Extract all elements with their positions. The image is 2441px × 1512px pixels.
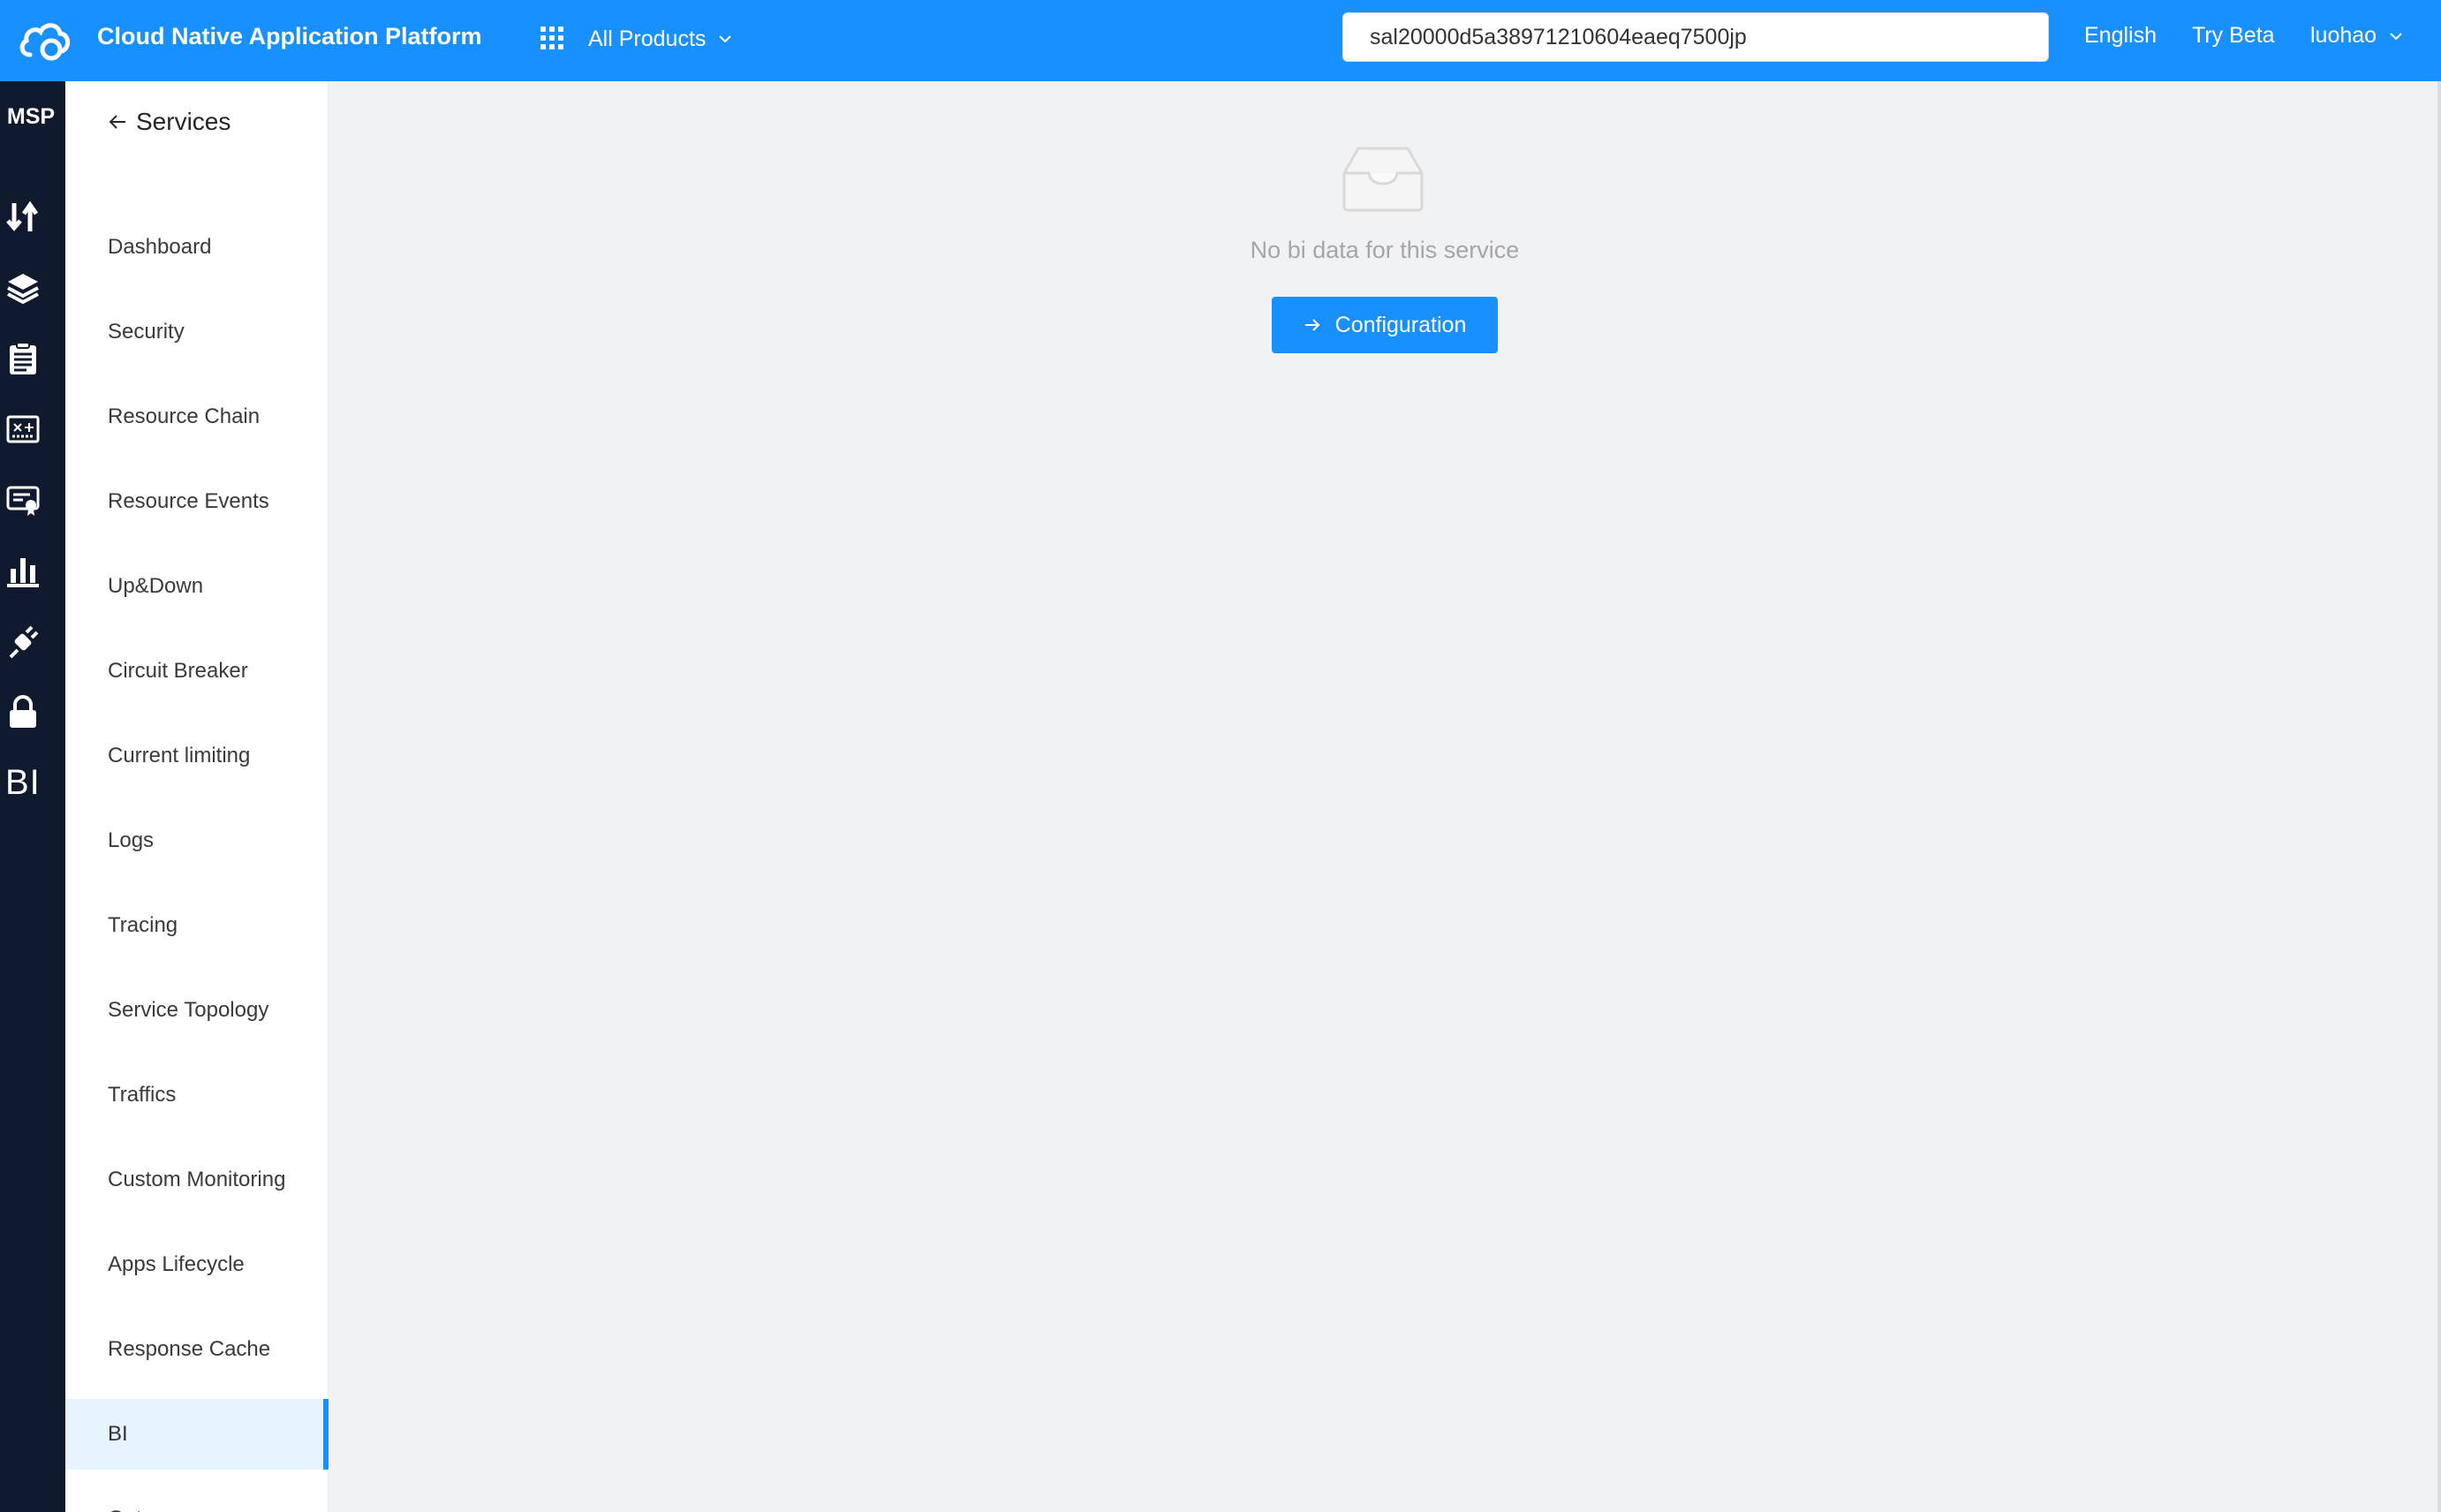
arrow-left-icon — [109, 115, 125, 129]
language-switch[interactable]: English — [2084, 23, 2157, 49]
menu-item-response-cache[interactable]: Response Cache — [65, 1314, 329, 1385]
all-products-label: All Products — [588, 26, 707, 51]
page-scrollbar[interactable] — [2437, 81, 2441, 1512]
chevron-down-icon — [719, 35, 732, 43]
lock-icon[interactable] — [5, 694, 41, 730]
plug-icon[interactable] — [5, 624, 41, 659]
app-title[interactable]: Cloud Native Application Platform — [97, 23, 482, 50]
services-submenu: Services Dashboard Security Resource Cha… — [65, 81, 329, 1512]
msp-brand[interactable]: MSP — [0, 104, 62, 130]
transfer-icon[interactable] — [5, 200, 41, 235]
bar-chart-icon[interactable] — [5, 553, 41, 588]
user-name: luohao — [2310, 23, 2377, 48]
certificate-icon[interactable] — [5, 482, 41, 518]
menu-item-traffics[interactable]: Traffics — [65, 1060, 329, 1130]
menu-item-current-limiting[interactable]: Current limiting — [65, 721, 329, 791]
menu-item-circuit-breaker[interactable]: Circuit Breaker — [65, 636, 329, 707]
menu-item-bi[interactable]: BI — [65, 1399, 329, 1470]
menu-item-dashboard[interactable]: Dashboard — [65, 212, 329, 283]
icon-rail: MSP BI — [0, 81, 65, 1512]
configuration-button[interactable]: Configuration — [1272, 297, 1498, 353]
menu-item-tracing[interactable]: Tracing — [65, 890, 329, 961]
arrow-right-icon — [1304, 319, 1320, 331]
chevron-down-icon — [2390, 32, 2402, 40]
menu-item-service-topology[interactable]: Service Topology — [65, 975, 329, 1046]
empty-state-text: No bi data for this service — [1250, 237, 1520, 263]
configuration-label: Configuration — [1334, 312, 1467, 337]
menu-item-custom-monitoring[interactable]: Custom Monitoring — [65, 1145, 329, 1215]
back-label: Services — [136, 108, 231, 135]
search-input[interactable] — [1342, 12, 2049, 62]
try-beta-link[interactable]: Try Beta — [2192, 23, 2275, 49]
clipboard-icon[interactable] — [5, 341, 41, 376]
all-products-menu[interactable]: All Products — [540, 21, 732, 57]
bi-icon[interactable]: BI — [5, 763, 41, 803]
back-to-services[interactable]: Services — [108, 108, 230, 136]
menu-item-gateway[interactable]: Gateway — [65, 1484, 329, 1512]
menu-item-resource-events[interactable]: Resource Events — [65, 466, 329, 537]
cloud-logo-icon[interactable] — [18, 14, 72, 67]
menu-item-security[interactable]: Security — [65, 297, 329, 367]
menu-item-up-down[interactable]: Up&Down — [65, 551, 329, 622]
menu-item-logs[interactable]: Logs — [65, 805, 329, 876]
layers-icon[interactable] — [5, 270, 41, 306]
main-content: No bi data for this service Configuratio… — [329, 81, 2441, 1512]
menu-item-apps-lifecycle[interactable]: Apps Lifecycle — [65, 1229, 329, 1300]
top-bar: Cloud Native Application Platform All Pr… — [0, 0, 2441, 81]
menu-item-resource-chain[interactable]: Resource Chain — [65, 382, 329, 452]
empty-inbox-icon — [1342, 147, 1424, 212]
grid-icon — [540, 26, 565, 51]
router-icon[interactable] — [5, 412, 41, 447]
user-menu[interactable]: luohao — [2310, 23, 2403, 49]
